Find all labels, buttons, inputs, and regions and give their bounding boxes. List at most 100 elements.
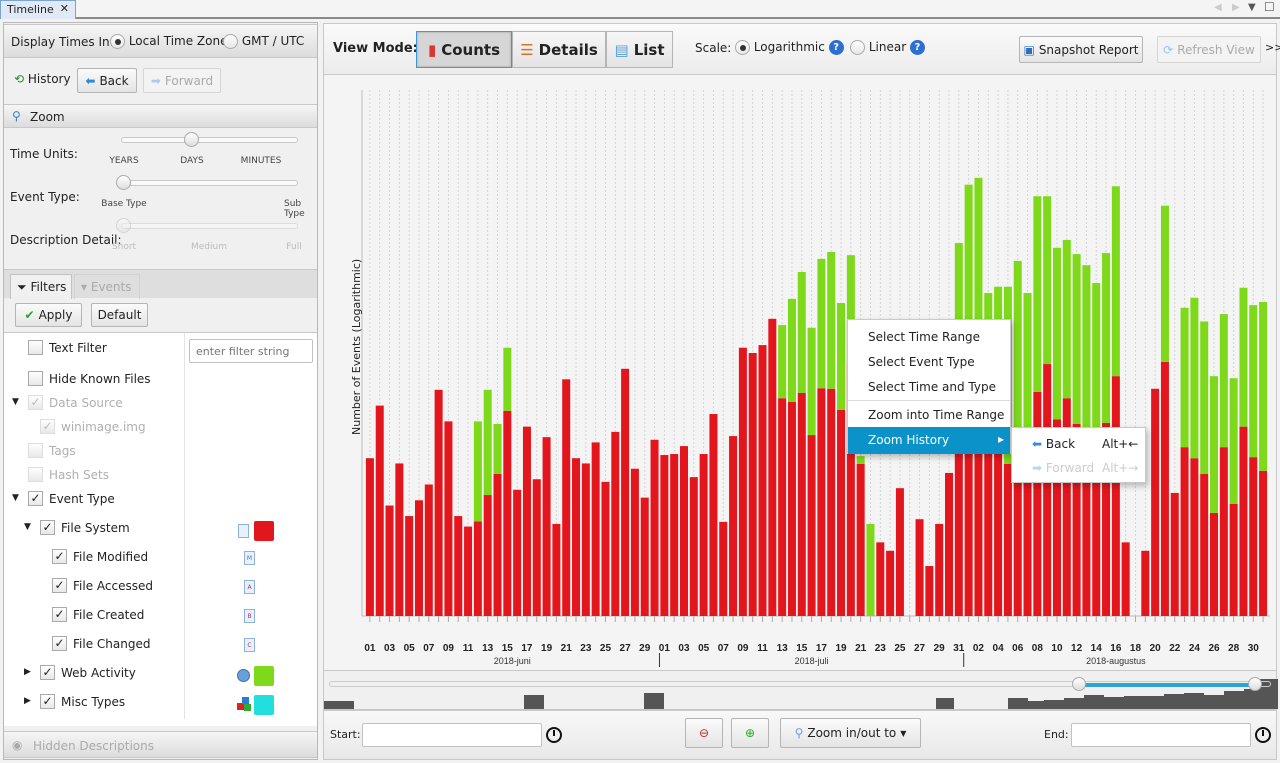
toolbar-overflow-button[interactable]: >>: [1265, 41, 1280, 54]
submenu-item-back[interactable]: ⬅ Back Alt+←: [1012, 431, 1145, 456]
linear-radio[interactable]: Linear ?: [850, 40, 925, 55]
clock-icon[interactable]: [1255, 727, 1271, 743]
start-input[interactable]: [362, 723, 542, 747]
file-modified-checkbox[interactable]: ✓: [52, 549, 67, 564]
forward-button[interactable]: ➡ Forward: [143, 68, 221, 93]
misc-types-color-swatch[interactable]: [254, 695, 274, 715]
zoom-in-icon: ⊕: [744, 726, 756, 740]
tab-filters[interactable]: ⏷ Filters: [10, 274, 72, 299]
zoom-header[interactable]: ⚲ Zoom: [4, 104, 317, 128]
data-source-label: Data Source: [49, 396, 123, 410]
collapse-arrow-icon[interactable]: ▶: [24, 667, 31, 677]
x-tick-label: 08: [1032, 643, 1044, 654]
help-icon[interactable]: ?: [909, 40, 925, 55]
hash-sets-checkbox[interactable]: [28, 467, 43, 482]
range-slider-selection[interactable]: [1084, 683, 1256, 687]
misc-types-checkbox[interactable]: ✓: [40, 694, 55, 709]
x-tick-label: 17: [816, 643, 828, 654]
zoom-to-dropdown[interactable]: ⚲ Zoom in/out to ▼: [780, 718, 921, 748]
zoom-in-button[interactable]: ⊕: [731, 718, 769, 748]
bar-file-system: [650, 439, 659, 616]
logarithmic-radio[interactable]: Logarithmic ?: [735, 40, 844, 55]
bar-file-system: [729, 436, 738, 616]
collapse-arrow-icon[interactable]: ▶: [24, 696, 31, 706]
histogram-block: [644, 693, 664, 709]
events-tab-label: Events: [90, 280, 132, 294]
range-start-handle[interactable]: [1072, 677, 1086, 691]
file-accessed-checkbox[interactable]: ✓: [52, 578, 67, 593]
event-type-thumb[interactable]: [116, 175, 131, 190]
event-type-label: Event Type:: [10, 190, 80, 204]
submenu-item-forward[interactable]: ➡ Forward Alt+→: [1012, 455, 1145, 480]
x-tick-label: 13: [777, 643, 789, 654]
refresh-view-button[interactable]: ⟳ Refresh View: [1157, 36, 1261, 63]
file-changed-checkbox[interactable]: ✓: [52, 636, 67, 651]
help-icon[interactable]: ?: [828, 40, 844, 55]
dropdown-icon[interactable]: ▼: [1248, 2, 1256, 13]
clock-icon[interactable]: [546, 727, 562, 743]
web-activity-checkbox[interactable]: ✓: [40, 665, 55, 680]
histogram-block: [524, 695, 544, 709]
tags-checkbox[interactable]: [28, 443, 43, 458]
zoom-out-button[interactable]: ⊖: [685, 718, 723, 748]
event-type-slider[interactable]: [121, 180, 298, 186]
expand-arrow-icon[interactable]: ▼: [24, 522, 31, 532]
file-modified-icon: M: [244, 551, 255, 565]
bar-file-system: [817, 388, 826, 616]
range-end-handle[interactable]: [1248, 677, 1262, 691]
close-icon[interactable]: ✕: [60, 2, 69, 15]
bar-file-system: [414, 500, 423, 616]
bar-file-system: [660, 455, 669, 616]
event-counts-chart[interactable]: 01 03 05 07 09 11 13 15 17 19 21 23 25 27 29 01 03 05 07 09…: [324, 75, 1278, 670]
magnifier-icon: ⚲: [12, 109, 21, 123]
tab-timeline[interactable]: Timeline ✕: [0, 0, 76, 19]
details-mode-button[interactable]: ☰ Details: [512, 31, 606, 68]
bar-file-system: [954, 447, 963, 616]
snapshot-report-button[interactable]: ▣ Snapshot Report: [1019, 36, 1143, 63]
tab-events[interactable]: ▾ Events: [74, 274, 140, 299]
tick-minutes: MINUTES: [240, 156, 282, 166]
text-filter-input[interactable]: [189, 339, 313, 363]
web-activity-color-swatch[interactable]: [254, 666, 274, 686]
menu-item-zoom-into-time-range[interactable]: Zoom into Time Range: [848, 402, 1010, 427]
file-system-checkbox[interactable]: ✓: [40, 520, 55, 535]
bar-file-system: [768, 318, 777, 616]
counts-mode-button[interactable]: ▮ Counts: [416, 31, 512, 68]
blocks-icon: [237, 697, 251, 711]
back-shortcut: Alt+←: [1102, 437, 1139, 451]
hidden-descriptions-header[interactable]: ◉ Hidden Descriptions: [4, 731, 317, 758]
expand-arrow-icon[interactable]: ▼: [12, 493, 19, 503]
time-units-slider[interactable]: [121, 137, 298, 143]
default-button[interactable]: Default: [91, 303, 148, 327]
event-type-checkbox[interactable]: ✓: [28, 491, 43, 506]
bar-web-activity: [866, 523, 875, 616]
text-filter-checkbox[interactable]: [28, 340, 43, 355]
menu-item-select-time-range[interactable]: Select Time Range: [848, 324, 1010, 349]
menu-item-select-event-type[interactable]: Select Event Type: [848, 349, 1010, 374]
data-source-checkbox[interactable]: ✓: [28, 395, 43, 410]
time-units-thumb[interactable]: [184, 132, 199, 147]
description-detail-slider[interactable]: [121, 223, 298, 229]
end-input[interactable]: [1071, 723, 1251, 747]
local-time-zone-radio[interactable]: Local Time Zone: [110, 34, 227, 49]
maximize-icon[interactable]: ☐: [1264, 0, 1275, 14]
x-tick-label: 13: [482, 643, 494, 654]
file-system-color-swatch[interactable]: [254, 521, 274, 541]
menu-item-zoom-history[interactable]: Zoom History ▸: [848, 427, 1010, 454]
radio-icon: [850, 40, 865, 55]
file-created-checkbox[interactable]: ✓: [52, 607, 67, 622]
scroll-left-icon[interactable]: ◀: [1214, 2, 1222, 13]
x-tick-label: 28: [1228, 643, 1240, 654]
hide-known-files-checkbox[interactable]: [28, 371, 43, 386]
winimage-checkbox[interactable]: ✓: [40, 419, 55, 434]
menu-item-select-time-and-type[interactable]: Select Time and Type: [848, 374, 1010, 399]
expand-arrow-icon[interactable]: ▼: [12, 397, 19, 407]
back-button[interactable]: ⬅ Back: [77, 68, 137, 93]
list-mode-button[interactable]: ▤ List: [606, 31, 673, 68]
scroll-right-icon[interactable]: ▶: [1232, 2, 1240, 13]
x-tick-label: 22: [1169, 643, 1181, 654]
description-detail-thumb[interactable]: [116, 218, 131, 233]
apply-button[interactable]: ✔ Apply: [15, 303, 82, 327]
gmt-utc-radio[interactable]: GMT / UTC: [223, 34, 304, 49]
linear-label: Linear: [868, 40, 907, 54]
